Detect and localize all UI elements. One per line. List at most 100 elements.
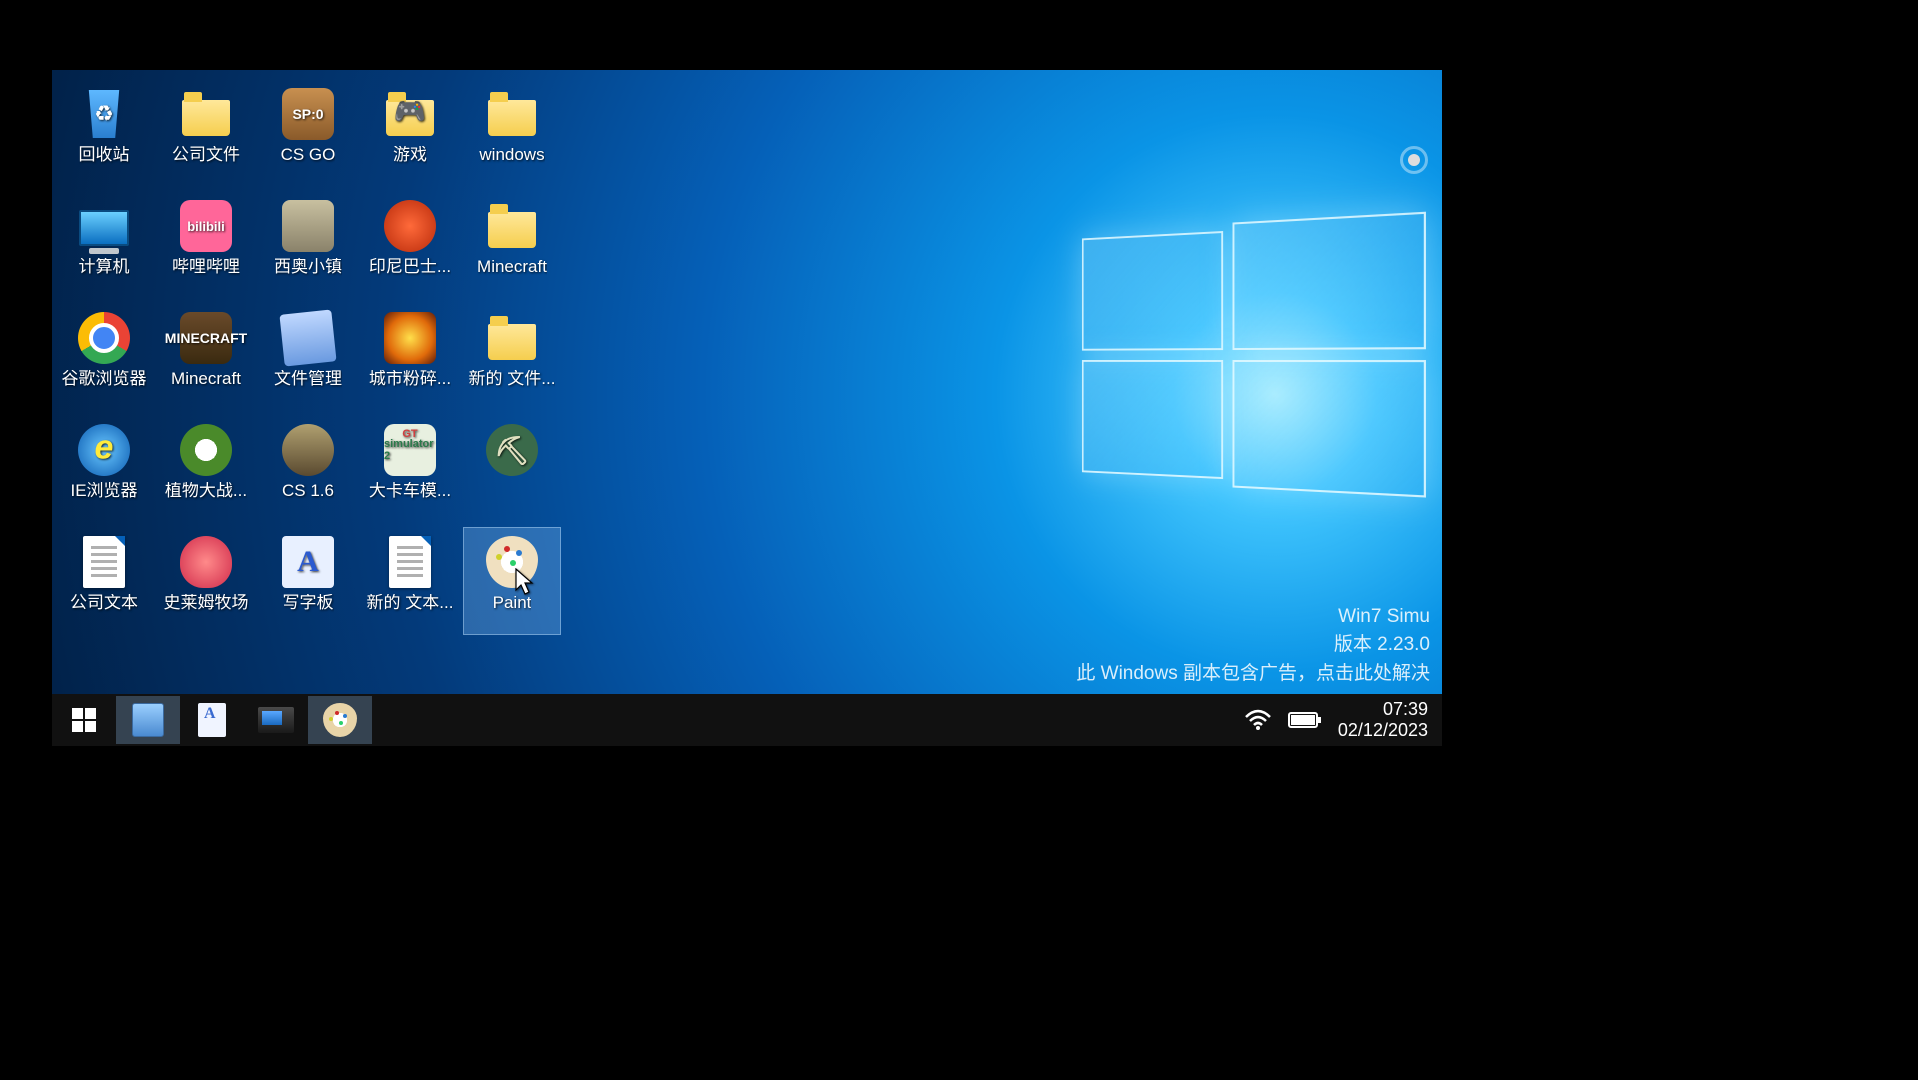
csgo-icon: SP:0 xyxy=(280,86,336,142)
cs16-icon xyxy=(280,422,336,478)
desktop-icon-pvz[interactable]: 植物大战... xyxy=(158,416,254,522)
text-document-icon xyxy=(76,534,132,590)
ie-icon xyxy=(76,422,132,478)
paint-icon xyxy=(323,703,357,737)
taskbar-left xyxy=(52,694,372,746)
plant-icon xyxy=(178,422,234,478)
folder-icon xyxy=(178,86,234,142)
record-indicator-icon xyxy=(1400,146,1428,174)
computer-props-icon xyxy=(258,707,294,733)
desktop-icon-slime-ranch[interactable]: 史莱姆牧场 xyxy=(158,528,254,634)
folder-icon xyxy=(484,310,540,366)
desktop-icon-games-folder[interactable]: 🎮 游戏 xyxy=(362,80,458,186)
desktop-icon-minecraft-folder[interactable]: Minecraft xyxy=(464,192,560,298)
desktop-icon-toolbox[interactable] xyxy=(464,416,560,522)
desktop-icon-paint[interactable]: Paint xyxy=(464,528,560,634)
taskbar-paint-button[interactable] xyxy=(308,696,372,744)
chrome-icon xyxy=(76,310,132,366)
icon-label: 谷歌浏览器 xyxy=(62,370,147,389)
recycle-bin-icon xyxy=(76,86,132,142)
desktop-icon-csgo[interactable]: SP:0 CS GO xyxy=(260,80,356,186)
icon-label: 城市粉碎... xyxy=(369,370,451,389)
folder-icon xyxy=(484,198,540,254)
text-document-icon xyxy=(382,534,438,590)
icon-label: CS GO xyxy=(281,146,336,165)
icon-label: 公司文件 xyxy=(172,146,240,165)
icon-label: 西奥小镇 xyxy=(274,258,342,277)
computer-icon xyxy=(76,198,132,254)
system-clock[interactable]: 07:39 02/12/2023 xyxy=(1338,699,1428,740)
icon-label: 大卡车模... xyxy=(369,482,451,501)
taskbar-start-button[interactable] xyxy=(52,696,116,744)
icon-label: windows xyxy=(479,146,544,165)
desktop-icon-ie[interactable]: IE浏览器 xyxy=(56,416,152,522)
taskbar-computer-props-button[interactable] xyxy=(244,696,308,744)
desktop-icon-indo-bus[interactable]: 印尼巴士... xyxy=(362,192,458,298)
desktop-screen: 回收站 公司文件 SP:0 CS GO 🎮 游戏 windows 计算机 bilibili 哔哩哔… xyxy=(52,70,1442,746)
desktop-icon-grid: 回收站 公司文件 SP:0 CS GO 🎮 游戏 windows 计算机 bilibili 哔哩哔… xyxy=(56,80,566,640)
desktop-icon-company-text[interactable]: 公司文本 xyxy=(56,528,152,634)
desktop-icon-city-smash[interactable]: 城市粉碎... xyxy=(362,304,458,410)
taskbar-calculator-button[interactable] xyxy=(116,696,180,744)
desktop-icon-company-folder[interactable]: 公司文件 xyxy=(158,80,254,186)
desktop-icon-new-folder[interactable]: 新的 文件... xyxy=(464,304,560,410)
icon-label: 植物大战... xyxy=(165,482,247,501)
wifi-icon[interactable] xyxy=(1244,709,1272,731)
paint-icon xyxy=(484,534,540,590)
icon-label: 新的 文本... xyxy=(367,594,454,613)
icon-label: 文件管理 xyxy=(274,370,342,389)
icon-label: 计算机 xyxy=(79,258,130,277)
desktop-icon-cs16[interactable]: CS 1.6 xyxy=(260,416,356,522)
clock-time: 07:39 xyxy=(1338,699,1428,720)
icon-label: Minecraft xyxy=(171,370,241,389)
desktop-icon-bilibili[interactable]: bilibili 哔哩哔哩 xyxy=(158,192,254,298)
taskbar: 07:39 02/12/2023 xyxy=(52,694,1442,746)
desktop-icon-recycle-bin[interactable]: 回收站 xyxy=(56,80,152,186)
desktop-icon-chrome[interactable]: 谷歌浏览器 xyxy=(56,304,152,410)
icon-label: 新的 文件... xyxy=(469,370,556,389)
start-icon xyxy=(72,708,96,732)
watermark-version: 版本 2.23.0 xyxy=(1076,631,1430,660)
watermark-title: Win7 Simu xyxy=(1076,603,1430,632)
bus-icon xyxy=(382,198,438,254)
icon-label: CS 1.6 xyxy=(282,482,334,501)
mc-icon: MINECRAFT xyxy=(178,310,234,366)
icon-label: 哔哩哔哩 xyxy=(172,258,240,277)
icon-label: 回收站 xyxy=(79,146,130,165)
folder-games-icon: 🎮 xyxy=(382,86,438,142)
desktop-icon-minecraft[interactable]: MINECRAFT Minecraft xyxy=(158,304,254,410)
icon-label: Paint xyxy=(493,594,532,613)
watermark-message: 此 Windows 副本包含广告，点击此处解决 xyxy=(1076,660,1430,689)
desktop-icon-new-text[interactable]: 新的 文本... xyxy=(362,528,458,634)
icon-label: 史莱姆牧场 xyxy=(164,594,249,613)
desktop-icon-theotown[interactable]: 西奥小镇 xyxy=(260,192,356,298)
truck-icon: simulator 2 xyxy=(382,422,438,478)
desktop-icon-wordpad[interactable]: A 写字板 xyxy=(260,528,356,634)
notepad-icon xyxy=(280,310,336,366)
wordpad-icon: A xyxy=(280,534,336,590)
desktop-icon-windows-folder[interactable]: windows xyxy=(464,80,560,186)
nuke-icon xyxy=(382,310,438,366)
bili-icon: bilibili xyxy=(178,198,234,254)
desktop-icon-file-manager[interactable]: 文件管理 xyxy=(260,304,356,410)
icon-label: 写字板 xyxy=(283,594,334,613)
slime-icon xyxy=(178,534,234,590)
taskbar-wordpad-button[interactable] xyxy=(180,696,244,744)
xmod-icon xyxy=(484,422,540,478)
icon-label: 游戏 xyxy=(393,146,427,165)
desktop-icon-truck-sim[interactable]: simulator 2 大卡车模... xyxy=(362,416,458,522)
icon-label: 印尼巴士... xyxy=(369,258,451,277)
clock-date: 02/12/2023 xyxy=(1338,720,1428,741)
activation-watermark[interactable]: Win7 Simu 版本 2.23.0 此 Windows 副本包含广告，点击此… xyxy=(1076,603,1430,689)
folder-icon xyxy=(484,86,540,142)
wordpad-icon xyxy=(198,703,226,737)
icon-label: IE浏览器 xyxy=(70,482,137,501)
calculator-icon xyxy=(132,703,164,737)
icon-label: Minecraft xyxy=(477,258,547,277)
taskbar-right: 07:39 02/12/2023 xyxy=(1244,699,1442,740)
icon-label: 公司文本 xyxy=(70,594,138,613)
windows-logo-backdrop xyxy=(1082,220,1426,499)
desktop-icon-computer[interactable]: 计算机 xyxy=(56,192,152,298)
town-icon xyxy=(280,198,336,254)
battery-icon[interactable] xyxy=(1288,711,1322,729)
